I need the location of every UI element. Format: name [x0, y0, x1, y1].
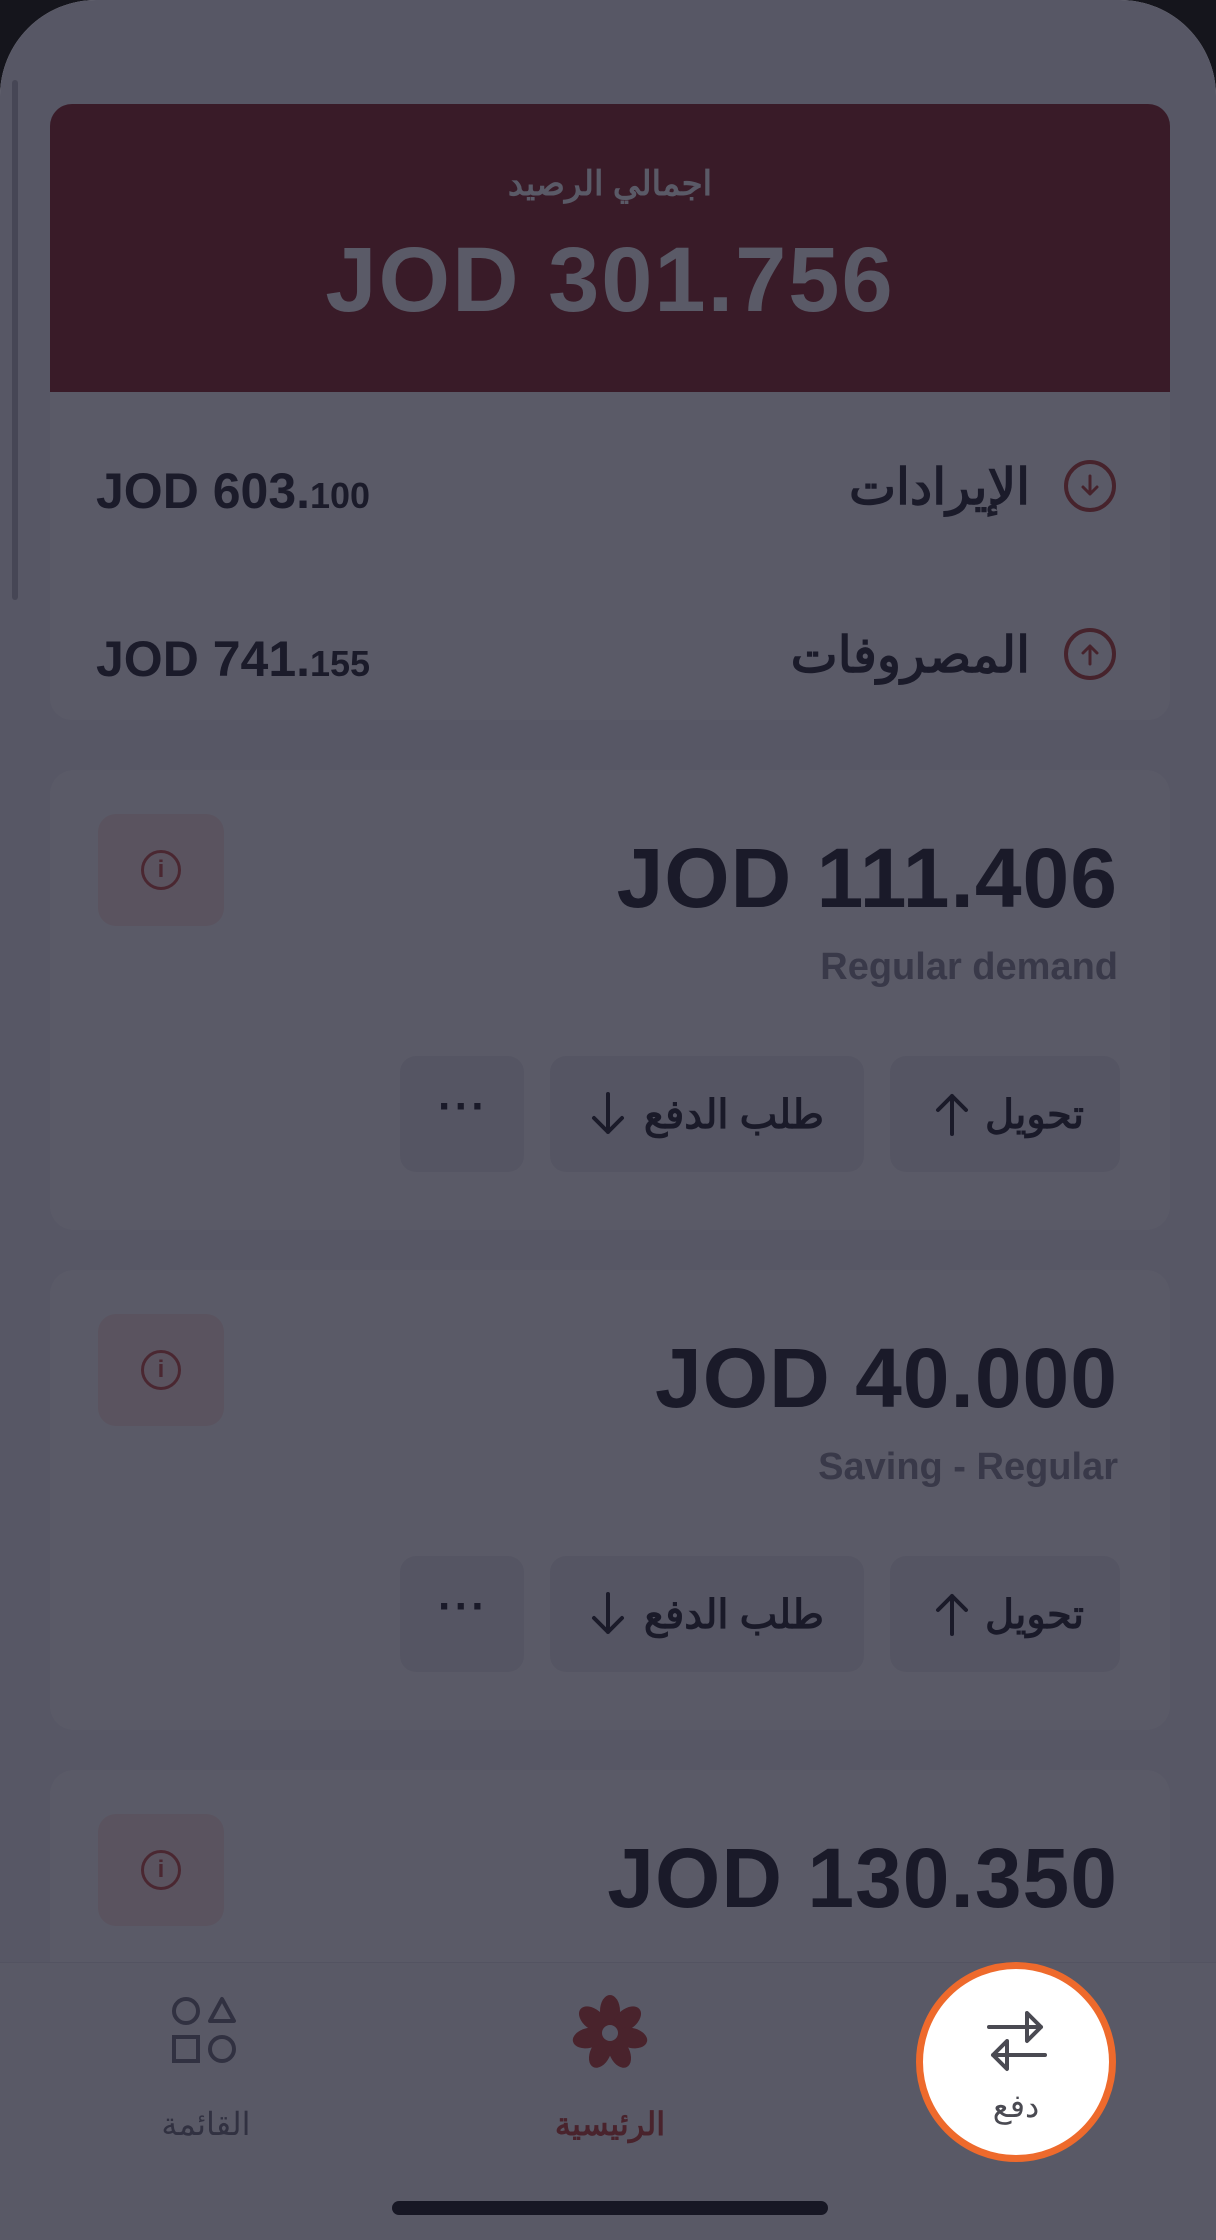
arrow-up-circle-icon [1064, 628, 1116, 680]
account-balance: JOD 130.350 [607, 1831, 1118, 1925]
arrow-down-circle-icon [1064, 460, 1116, 512]
flower-logo-icon [572, 1995, 648, 2068]
home-indicator [392, 2201, 828, 2215]
account-card[interactable]: i JOD 40.000 Saving - Regular تحويل طلب … [50, 1270, 1170, 1730]
transfer-label: تحويل [984, 1093, 1084, 1137]
account-type: Saving - Regular [818, 1446, 1118, 1488]
app-screen: اجمالي الرصيد JOD 301.756 JOD 603.100 ال… [0, 0, 1216, 2240]
income-expense-summary: JOD 603.100 الإيرادات JOD 741.155 المصرو… [50, 392, 1170, 720]
account-balance: JOD 111.406 [616, 831, 1118, 925]
expenses-label: المصروفات [790, 627, 1030, 683]
total-balance-value: JOD 301.756 [325, 229, 895, 331]
pay-label: دفع [992, 2088, 1040, 2124]
account-balance: JOD 40.000 [655, 1331, 1118, 1425]
expenses-amount: JOD 741.155 [96, 631, 371, 687]
info-icon: i [141, 1350, 181, 1390]
account-info-button[interactable]: i [98, 1814, 224, 1926]
total-balance-label: اجمالي الرصيد [507, 165, 713, 203]
account-type: Regular demand [820, 946, 1118, 988]
request-payment-button[interactable]: طلب الدفع [550, 1556, 864, 1672]
arrow-up-icon [936, 1594, 968, 1636]
info-icon: i [141, 1850, 181, 1890]
swap-arrows-icon [987, 2011, 1047, 2071]
request-payment-label: طلب الدفع [643, 1593, 824, 1637]
account-info-button[interactable]: i [98, 1314, 224, 1426]
more-icon: ··· [438, 1082, 488, 1131]
pay-tab-spotlight[interactable]: دفع [916, 1962, 1116, 2162]
total-balance-card: اجمالي الرصيد JOD 301.756 [50, 104, 1170, 392]
request-payment-label: طلب الدفع [643, 1093, 824, 1137]
account-info-button[interactable]: i [98, 814, 224, 926]
transfer-button[interactable]: تحويل [890, 1056, 1120, 1172]
tab-home-label: الرئيسية [554, 2106, 666, 2142]
arrow-down-icon [592, 1592, 624, 1634]
arrow-up-icon [936, 1094, 968, 1136]
income-amount: JOD 603.100 [96, 463, 371, 519]
arrow-down-icon [592, 1092, 624, 1134]
tab-menu[interactable]: القائمة [96, 1993, 316, 2143]
transfer-button[interactable]: تحويل [890, 1556, 1120, 1672]
more-icon: ··· [438, 1582, 488, 1631]
tab-menu-label: القائمة [161, 2106, 251, 2142]
transfer-label: تحويل [984, 1593, 1084, 1637]
expenses-row[interactable]: JOD 741.155 المصروفات [50, 590, 1170, 720]
income-label: الإيرادات [848, 459, 1030, 515]
request-payment-button[interactable]: طلب الدفع [550, 1056, 864, 1172]
tab-home[interactable]: الرئيسية [500, 1993, 720, 2143]
shapes-menu-icon [172, 1997, 236, 2063]
info-icon: i [141, 850, 181, 890]
account-card[interactable]: i JOD 111.406 Regular demand تحويل طلب ا… [50, 770, 1170, 1230]
scrollbar[interactable] [12, 80, 18, 600]
more-options-button[interactable]: ··· [400, 1056, 524, 1172]
more-options-button[interactable]: ··· [400, 1556, 524, 1672]
income-row[interactable]: JOD 603.100 الإيرادات [50, 422, 1170, 552]
